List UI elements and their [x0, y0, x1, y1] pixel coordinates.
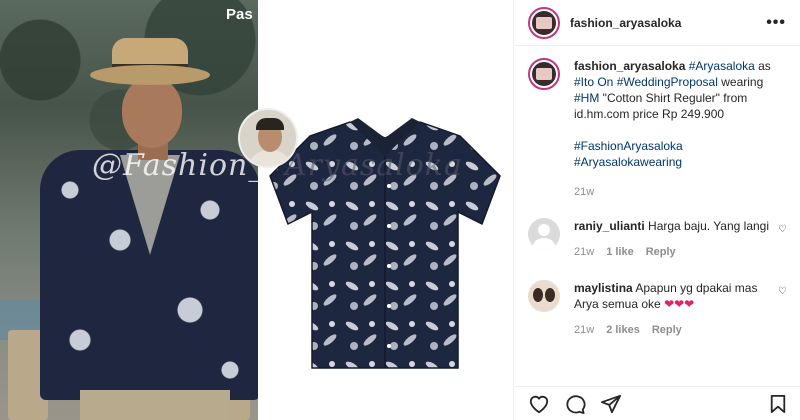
caption: fashion_aryasaloka #Aryasaloka as #Ito O… — [514, 58, 800, 200]
user-photo-avatar[interactable] — [528, 280, 560, 312]
face — [122, 78, 182, 148]
avatar-image — [532, 62, 556, 86]
more-options-icon[interactable]: ••• — [766, 14, 786, 32]
celebrity-photo: Pas — [0, 0, 258, 420]
comment-like-heart-icon[interactable]: ♡ — [778, 218, 787, 260]
bookmark-icon[interactable] — [769, 394, 787, 414]
caption-segment: as — [754, 59, 771, 73]
comment-body: maylistina Apapun yg dpakai mas Arya sem… — [574, 280, 778, 338]
comment-username[interactable]: raniy_ulianti — [574, 219, 645, 233]
like-count[interactable]: 1 like — [606, 244, 634, 260]
heart-emoji: ❤❤❤ — [664, 297, 695, 311]
comment-meta: 21w 1 like Reply — [574, 244, 778, 260]
hashtag-link[interactable]: #WeddingProposal — [617, 75, 718, 89]
comment-meta: 21w 2 likes Reply — [574, 322, 778, 338]
portrait-hair — [256, 118, 284, 130]
post-sidebar: fashion_aryasaloka ••• fashion_aryasalok… — [513, 0, 800, 420]
caption-hashtags: #FashionAryasaloka #Aryasalokawearing — [574, 138, 787, 170]
post-header: fashion_aryasaloka ••• — [514, 0, 800, 46]
caption-username[interactable]: fashion_aryasaloka — [574, 59, 685, 73]
comment-text: raniy_ulianti Harga baju. Yang langi — [574, 218, 778, 234]
caption-avatar[interactable] — [528, 58, 560, 90]
timestamp[interactable]: 21w — [574, 322, 594, 338]
action-bar — [514, 386, 800, 420]
comment-like-heart-icon[interactable]: ♡ — [778, 280, 787, 338]
caption-segment: wearing — [717, 75, 764, 89]
avatar-image — [532, 10, 556, 35]
comment-message: Harga baju. Yang langi — [648, 219, 770, 233]
paper-plane-icon[interactable] — [600, 394, 622, 414]
timestamp[interactable]: 21w — [574, 244, 594, 260]
hashtag-link[interactable]: #FashionAryasaloka — [574, 138, 787, 154]
comment-body: raniy_ulianti Harga baju. Yang langi 21w… — [574, 218, 778, 260]
comments-feed: fashion_aryasaloka #Aryasaloka as #Ito O… — [514, 58, 800, 338]
heart-icon[interactable] — [528, 394, 550, 414]
timestamp[interactable]: 21w — [574, 184, 594, 200]
comment-text: maylistina Apapun yg dpakai mas Arya sem… — [574, 280, 778, 312]
hashtag-link[interactable]: #Aryasaloka — [689, 59, 755, 73]
reply-button[interactable]: Reply — [652, 322, 682, 338]
reply-button[interactable]: Reply — [646, 244, 676, 260]
like-count[interactable]: 2 likes — [606, 322, 640, 338]
profile-avatar[interactable] — [528, 6, 560, 39]
hashtag-link[interactable]: #Ito On — [574, 75, 613, 89]
watermark-text: @Fashion_ — [92, 148, 265, 183]
hat-brim — [90, 65, 210, 85]
comment-username[interactable]: maylistina — [574, 281, 633, 295]
watermark-partial: Pas — [226, 6, 253, 23]
hashtag-link[interactable]: #Aryasalokawearing — [574, 154, 787, 170]
caption-body: fashion_aryasaloka #Aryasaloka as #Ito O… — [574, 58, 787, 200]
caption-segment: "Cotton Shirt Reguler" from id.hm.com pr… — [574, 91, 748, 121]
caption-meta: 21w — [574, 184, 787, 200]
hashtag-link[interactable]: #HM — [574, 91, 599, 105]
comment-item: maylistina Apapun yg dpakai mas Arya sem… — [514, 280, 800, 338]
comment-icon[interactable] — [564, 394, 586, 414]
post-username[interactable]: fashion_aryasaloka — [570, 16, 766, 30]
khaki-pants — [80, 390, 230, 420]
caption-text: fashion_aryasaloka #Aryasaloka as #Ito O… — [574, 58, 787, 122]
default-avatar[interactable] — [528, 218, 560, 250]
comment-item: raniy_ulianti Harga baju. Yang langi 21w… — [514, 218, 800, 260]
person-figure — [40, 20, 258, 420]
watermark-text: Aryasaloka — [285, 148, 463, 183]
post-media[interactable]: Pas @Fashion_ Aryasaloka — [0, 0, 513, 420]
